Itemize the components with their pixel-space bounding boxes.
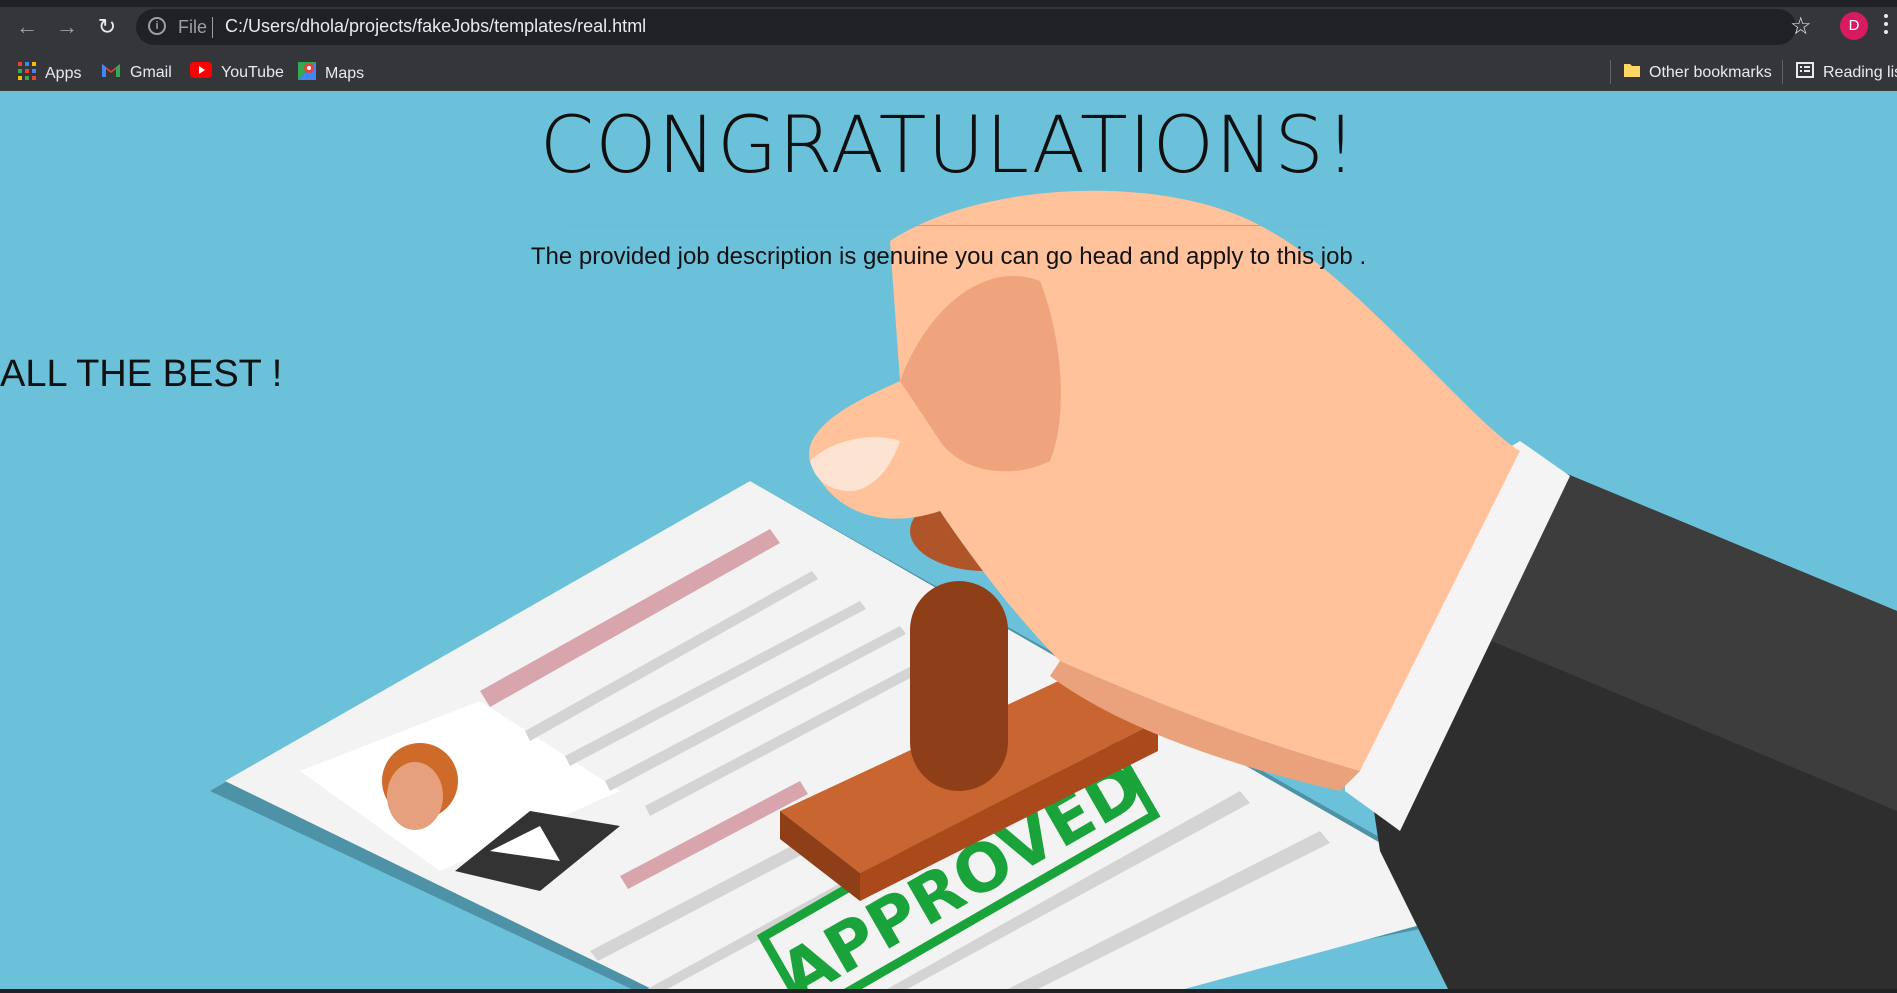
result-description: The provided job description is genuine … <box>530 243 1367 270</box>
reload-icon: ↻ <box>97 14 117 39</box>
other-bookmarks-label: Other bookmarks <box>1649 64 1772 82</box>
bookmark-youtube[interactable]: YouTube <box>190 62 284 82</box>
best-wishes-text: ALL THE BEST ! <box>0 353 283 395</box>
bookmark-apps[interactable]: Apps <box>18 62 81 82</box>
bookmark-label: Apps <box>45 65 82 83</box>
info-icon[interactable]: i <box>148 17 166 35</box>
scheme-label: File <box>178 17 208 37</box>
bookmark-label: Gmail <box>130 64 172 82</box>
bookmarks-divider <box>1782 60 1783 84</box>
bookmark-maps[interactable]: Maps <box>298 62 364 82</box>
other-bookmarks[interactable]: Other bookmarks <box>1624 62 1772 82</box>
bookmarks-divider <box>1610 60 1611 84</box>
page-content: APPROVED CONGRATULATIONS! The provided j… <box>0 91 1897 993</box>
folder-icon <box>1624 62 1640 84</box>
arrow-right-icon: → <box>56 14 78 39</box>
back-button[interactable]: ← <box>14 14 40 40</box>
maps-icon <box>298 62 316 86</box>
bookmark-label: YouTube <box>221 64 284 82</box>
window-bottom-edge <box>0 989 1897 993</box>
youtube-icon <box>190 62 212 84</box>
page-title: CONGRATULATIONS! <box>539 101 1358 191</box>
tab-strip <box>0 0 1897 7</box>
bookmarks-bar: Apps Gmail YouTube Maps Other bookmarks … <box>0 52 1897 91</box>
browser-toolbar: ← → ↻ i File C:/Users/dhola/projects/fak… <box>0 0 1897 52</box>
bookmark-label: Maps <box>325 65 365 83</box>
arrow-left-icon: ← <box>16 14 38 39</box>
bookmark-star-icon[interactable]: ☆ <box>1790 12 1812 41</box>
address-bar[interactable]: i File C:/Users/dhola/projects/fakeJobs/… <box>136 9 1796 45</box>
gmail-icon <box>101 62 121 84</box>
kebab-menu-icon[interactable] <box>1884 14 1888 38</box>
apps-grid-icon <box>18 62 36 86</box>
reload-button[interactable]: ↻ <box>94 14 120 40</box>
url-text[interactable]: C:/Users/dhola/projects/fakeJobs/templat… <box>225 16 646 37</box>
heading-divider <box>570 225 1330 226</box>
profile-avatar[interactable]: D <box>1840 12 1868 40</box>
reading-list[interactable]: Reading lis <box>1796 62 1897 82</box>
approved-stamp-illustration: APPROVED <box>210 190 1897 993</box>
reading-list-icon <box>1796 62 1814 84</box>
omnibox-divider <box>212 17 213 38</box>
reading-list-label: Reading lis <box>1823 64 1897 82</box>
bookmark-gmail[interactable]: Gmail <box>101 62 172 82</box>
forward-button[interactable]: → <box>54 14 80 40</box>
